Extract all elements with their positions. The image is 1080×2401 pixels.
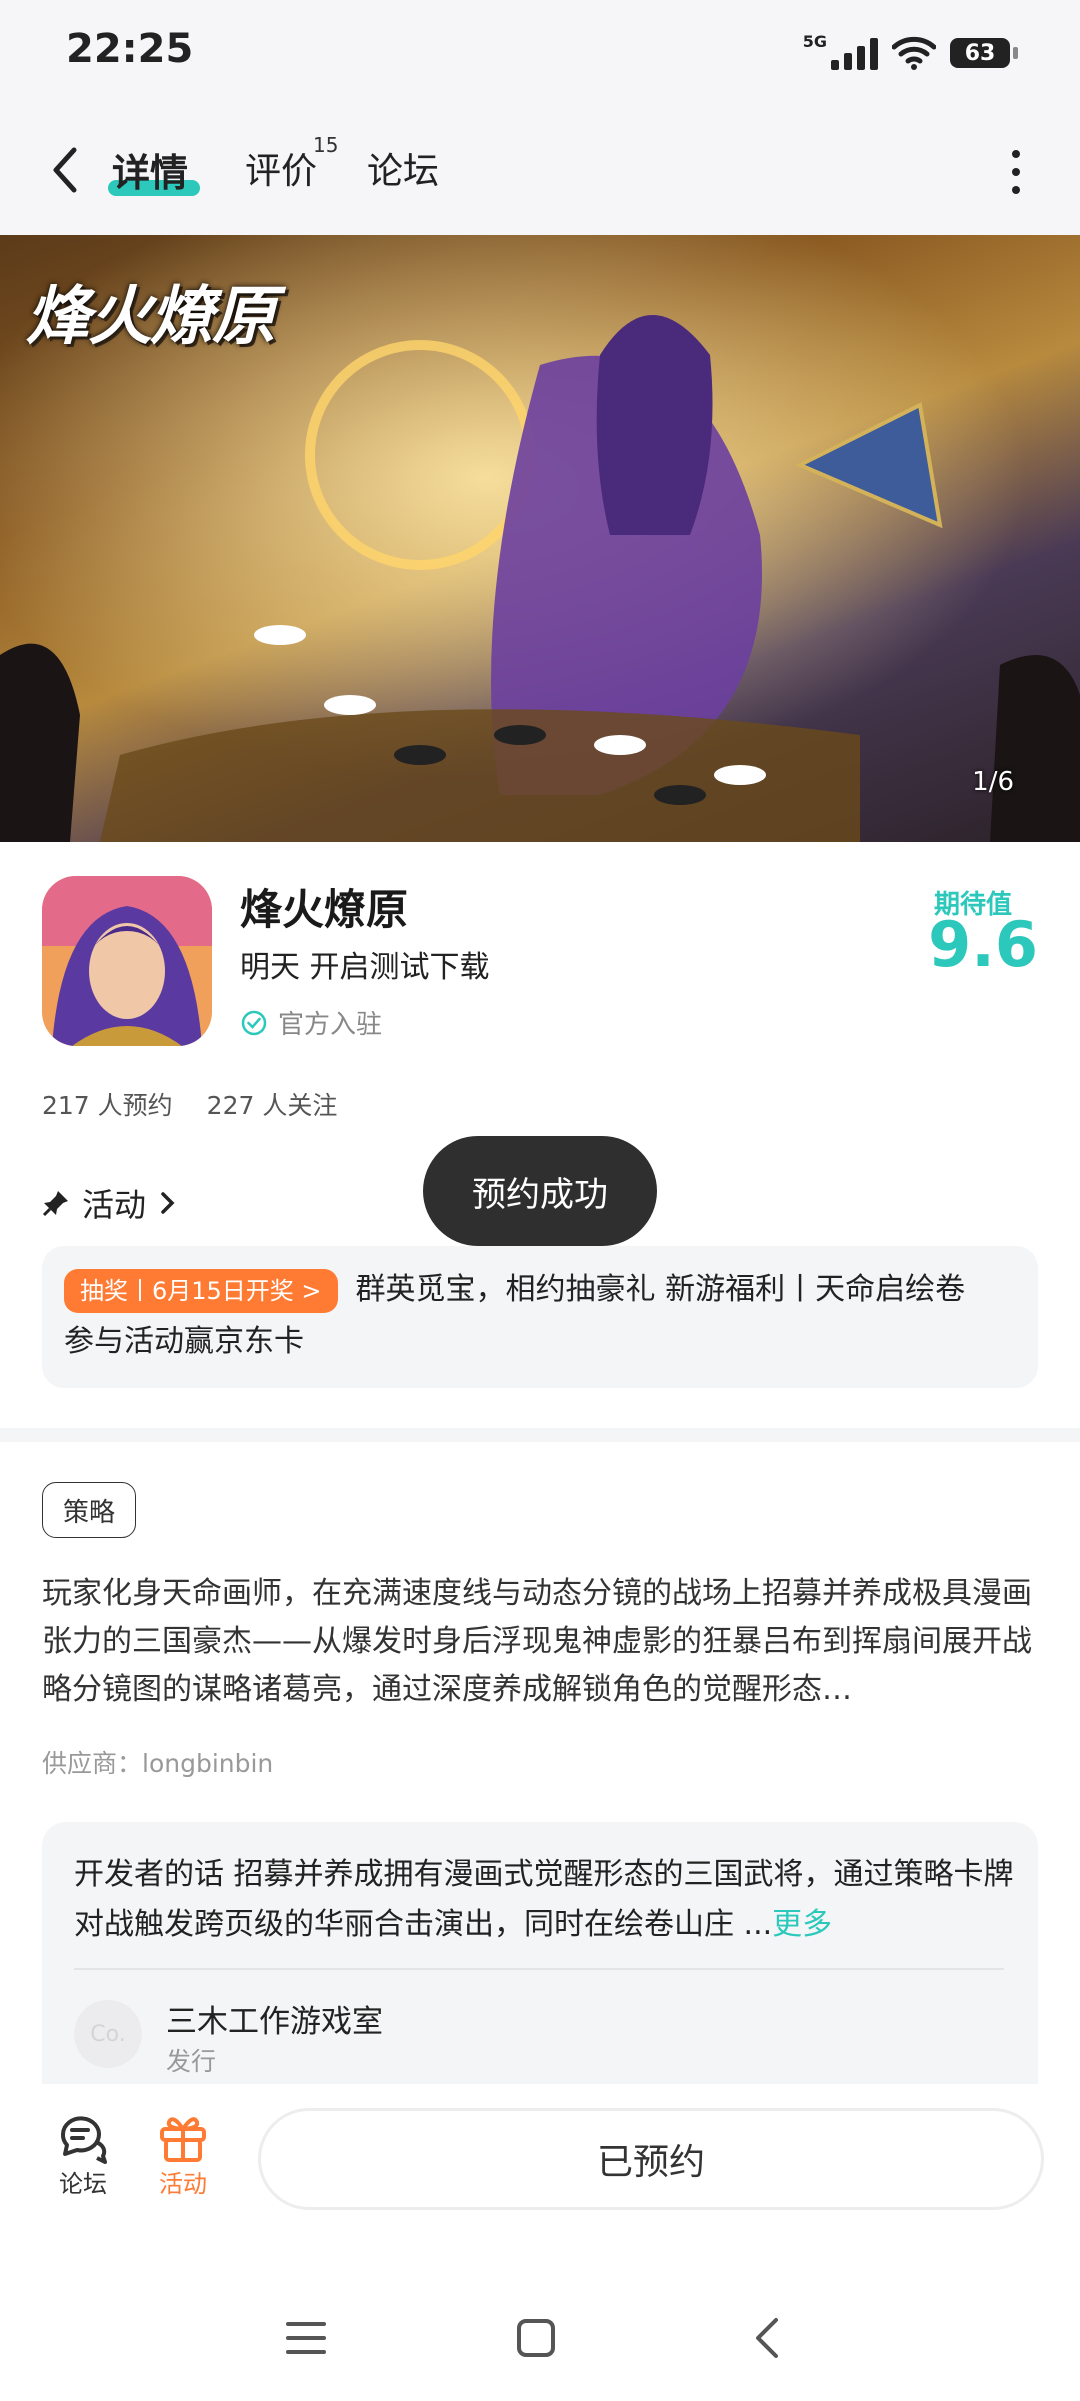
activity-header[interactable]: 活动 bbox=[42, 1180, 178, 1226]
publisher-name[interactable]: 三木工作游戏室 bbox=[166, 1996, 383, 2041]
genre-tag[interactable]: 策略 bbox=[42, 1482, 136, 1538]
tab-forum[interactable]: 论坛 bbox=[367, 142, 439, 194]
menu-icon[interactable] bbox=[286, 2318, 326, 2358]
status-time: 22:25 bbox=[66, 26, 194, 72]
activity-content[interactable]: 抽奖丨6月15日开奖 > 群英觅宝，相约抽豪礼 新游福利丨天命启绘卷 参与活动赢京… bbox=[64, 1264, 1004, 1368]
game-stats: 217 人预约 227 人关注 bbox=[42, 1086, 337, 1122]
developer-words: 开发者的话 招募并养成拥有漫画式觉醒形态的三国武将，通过策略卡牌对战触发跨页级的… bbox=[74, 1850, 1014, 1950]
game-title: 烽火燎原 bbox=[240, 885, 409, 934]
more-options-icon[interactable] bbox=[1008, 150, 1024, 194]
publisher-avatar[interactable]: Co. bbox=[74, 2000, 142, 2068]
banner-counter: 1/6 bbox=[972, 767, 1014, 797]
wifi-icon bbox=[892, 36, 936, 70]
verified-check-icon bbox=[241, 1010, 267, 1035]
toast-message: 预约成功 bbox=[423, 1136, 657, 1246]
network-type: 5G bbox=[802, 31, 827, 51]
developer-divider bbox=[74, 1968, 1004, 1970]
gift-icon bbox=[160, 2117, 206, 2162]
bottom-forum-button[interactable]: 论坛 bbox=[38, 2112, 128, 2199]
developer-words-text: 开发者的话 招募并养成拥有漫画式觉醒形态的三国武将，通过策略卡牌对战触发跨页级的… bbox=[74, 1857, 1014, 1942]
pin-icon bbox=[42, 1191, 68, 1217]
follower-count: 227 人关注 bbox=[206, 1091, 338, 1120]
battery-icon: 63 bbox=[950, 38, 1018, 68]
review-count-badge: 15 bbox=[313, 133, 339, 157]
bottom-activity-button[interactable]: 活动 bbox=[138, 2112, 228, 2199]
publisher-role: 发行 bbox=[166, 2047, 217, 2076]
reserved-button[interactable]: 已预约 bbox=[258, 2108, 1044, 2210]
rating-value: 9.6 bbox=[928, 908, 1038, 981]
back-icon[interactable] bbox=[748, 2316, 788, 2360]
game-app-icon bbox=[42, 876, 212, 1046]
bottom-forum-label: 论坛 bbox=[59, 2170, 107, 2198]
tab-detail[interactable]: 详情 bbox=[112, 142, 188, 197]
game-subtitle: 明天 开启测试下载 bbox=[240, 950, 490, 985]
status-icons: 5G 63 bbox=[802, 28, 1018, 78]
more-link[interactable]: 更多 bbox=[772, 1907, 832, 1942]
bottom-activity-label: 活动 bbox=[159, 2170, 207, 2198]
chevron-right-icon bbox=[161, 1192, 175, 1214]
banner-carousel[interactable]: 烽火燎原 1/6 bbox=[0, 235, 1080, 842]
forum-chat-icon bbox=[61, 2116, 107, 2164]
activity-title: 活动 bbox=[82, 1186, 147, 1224]
home-icon[interactable] bbox=[516, 2318, 556, 2358]
supplier-info: 供应商：longbinbin bbox=[42, 1749, 274, 1778]
lottery-tag: 抽奖丨6月15日开奖 > bbox=[64, 1268, 338, 1313]
section-divider bbox=[0, 1428, 1080, 1442]
back-arrow-icon[interactable] bbox=[44, 140, 94, 200]
reservation-count: 217 人预约 bbox=[42, 1091, 173, 1120]
official-label: 官方入驻 bbox=[278, 1010, 383, 1040]
signal-icon bbox=[831, 36, 878, 70]
game-description[interactable]: 玩家化身天命画师，在充满速度线与动态分镜的战场上招募并养成极具漫画张力的三国豪杰… bbox=[42, 1570, 1038, 1714]
official-badge: 官方入驻 bbox=[240, 1004, 382, 1041]
tab-review[interactable]: 评价 bbox=[245, 142, 317, 194]
banner-logo: 烽火燎原 bbox=[26, 280, 276, 354]
system-nav-bar bbox=[0, 2224, 1080, 2401]
